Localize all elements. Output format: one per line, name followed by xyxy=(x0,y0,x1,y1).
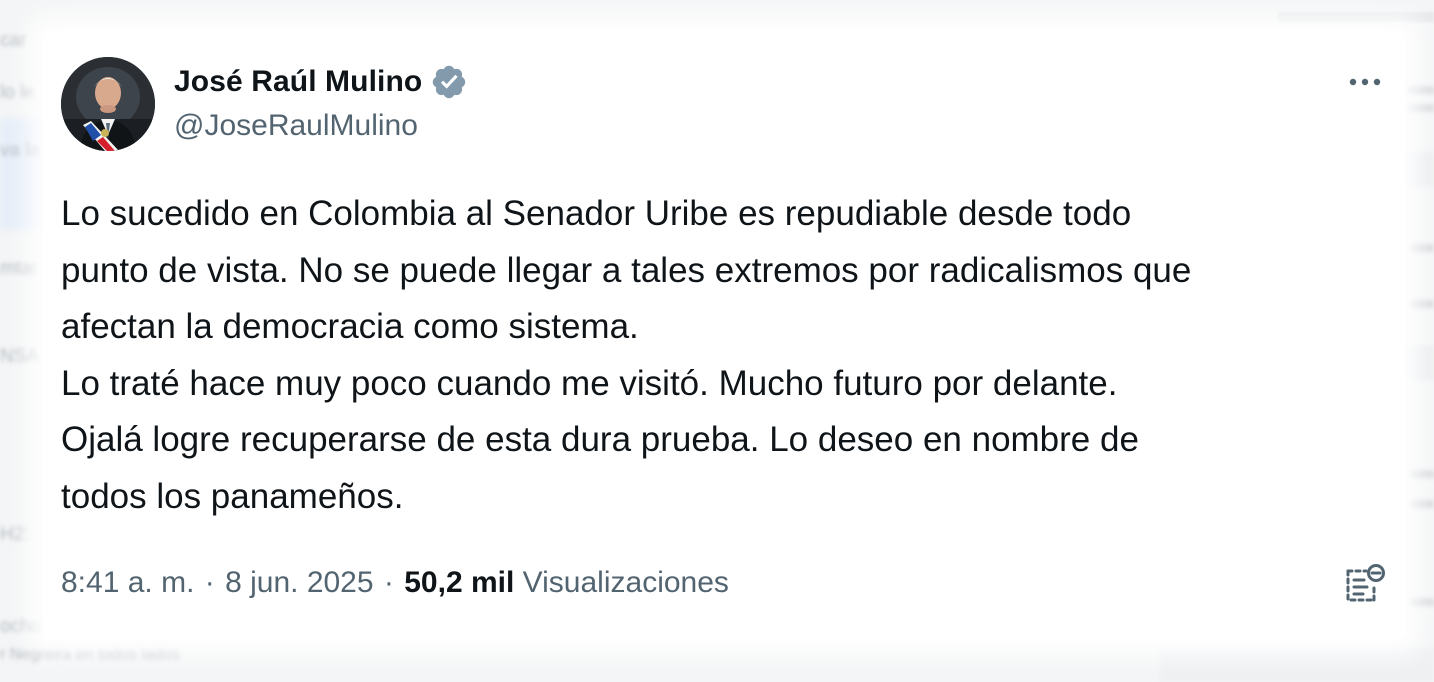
meta-separator: · xyxy=(204,566,215,599)
background-blur-text: NSA xyxy=(0,346,40,367)
avatar-portrait-icon xyxy=(61,57,155,151)
background-strip xyxy=(1160,648,1434,682)
author-name-row[interactable]: José Raúl Mulino xyxy=(174,63,468,101)
author-display-name[interactable]: José Raúl Mulino xyxy=(174,65,422,99)
background-blur-line xyxy=(1410,470,1434,478)
background-blur-text: r Negreira en todos lados xyxy=(0,646,180,663)
verified-badge-icon[interactable] xyxy=(430,63,468,101)
views-count: 50,2 mil xyxy=(404,566,515,599)
tweet-text-line: todos los panameños. xyxy=(61,476,404,516)
background-blur-box xyxy=(1408,346,1434,380)
author-handle[interactable]: @JoseRaulMulino xyxy=(174,109,418,143)
views-label: Visualizaciones xyxy=(522,566,729,599)
tweet-text-line: Lo traté hace muy poco cuando me visitó.… xyxy=(61,363,1118,403)
background-blur-text: H2: xyxy=(0,524,30,545)
background-blur-text: ocho xyxy=(0,616,42,637)
background-blur-line xyxy=(1406,86,1434,94)
tweet-text-line: Ojalá logre recuperarse de esta dura pru… xyxy=(61,420,1139,459)
more-horizontal-icon xyxy=(1349,78,1381,86)
tweet-text-line: punto de vista. No se puede llegar a tal… xyxy=(61,250,1192,290)
community-notes-icon xyxy=(1346,564,1385,602)
tweet-text-line: afectan la democracia como sistema. xyxy=(61,307,639,346)
tweet-card[interactable]: José Raúl Mulino @JoseRaulMulino Lo suce… xyxy=(43,30,1405,640)
background-blur-text: mtar xyxy=(0,258,38,279)
background-highlight-block xyxy=(0,118,42,230)
background-strip xyxy=(1278,12,1434,22)
background-blur-text: car xyxy=(0,30,27,51)
background-blur-text: lo le xyxy=(0,82,35,103)
background-blur-line xyxy=(1410,500,1434,508)
background-blur-line xyxy=(1410,598,1434,606)
background-blur-line xyxy=(1410,300,1434,308)
background-blur-text: va la xyxy=(0,140,41,161)
tweet-date: 8 jun. 2025 xyxy=(225,566,374,599)
background-blur-box xyxy=(1408,152,1434,186)
tweet-text: Lo sucedido en Colombia al Senador Uribe… xyxy=(61,186,1401,525)
background-blur-line xyxy=(1408,104,1434,112)
background-blur-line xyxy=(1410,244,1434,252)
avatar[interactable] xyxy=(61,57,155,151)
tweet-text-line: Lo sucedido en Colombia al Senador Uribe… xyxy=(61,194,1132,233)
community-notes-button[interactable] xyxy=(1341,560,1389,608)
meta-separator: · xyxy=(383,566,394,599)
tweet-time: 8:41 a. m. xyxy=(61,566,195,599)
tweet-timestamp-link[interactable]: 8:41 a. m. · 8 jun. 2025 xyxy=(61,566,374,599)
more-options-button[interactable] xyxy=(1345,62,1385,102)
tweet-meta: 8:41 a. m. · 8 jun. 2025 · 50,2 mil Visu… xyxy=(61,566,729,600)
